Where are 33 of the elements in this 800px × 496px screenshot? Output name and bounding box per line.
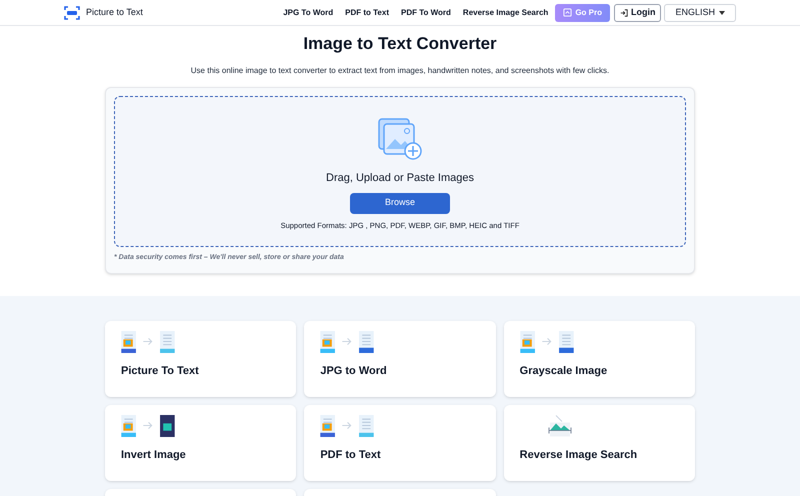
tool-card[interactable]: JPG to Word [304, 321, 496, 397]
login-button[interactable]: Login [614, 4, 662, 22]
tool-title: Invert Image [121, 448, 187, 463]
nav-link[interactable]: PDF to Text [345, 6, 389, 18]
conversion-icon [320, 415, 374, 437]
conversion-icon [320, 331, 374, 353]
conversion-icon [121, 415, 175, 437]
upload-prompt: Drag, Upload or Paste Images [326, 171, 474, 186]
tool-title: Reverse Image Search [520, 448, 638, 463]
browse-button[interactable]: Browse [350, 192, 450, 214]
add-images-icon [377, 117, 423, 161]
tool-card[interactable]: Picture To Text [105, 321, 296, 397]
login-icon [620, 8, 628, 16]
nav-link[interactable]: Reverse Image Search [462, 6, 548, 18]
tool-title: Grayscale Image [520, 364, 608, 379]
tool-card[interactable]: PDF to Text [304, 405, 496, 481]
conversion-icon [121, 331, 175, 353]
caret-icon [719, 10, 725, 14]
tool-title: PDF to Text [320, 448, 382, 463]
page-subtitle: Use this online image to text converter to extract text from images, handwritten notes, and screenshots with few clicks. [190, 65, 610, 77]
tool-title: JPG to Word [320, 364, 388, 379]
image-search-icon [548, 415, 572, 437]
tool-title: Picture To Text [121, 364, 200, 379]
nav-link[interactable]: PDF To Word [401, 6, 451, 18]
tool-card[interactable]: Reverse Image Search [504, 405, 695, 481]
nav-link[interactable]: JPG To Word [283, 6, 334, 18]
tool-card[interactable]: Grayscale Image [504, 321, 695, 397]
tool-card[interactable]: Invert Image [105, 405, 296, 481]
brand-name[interactable]: Picture to Text [86, 6, 143, 20]
conversion-icon [520, 331, 574, 353]
scan-logo-icon[interactable] [64, 4, 80, 20]
language-dropdown[interactable]: ENGLISH [664, 4, 736, 22]
page-title: Image to Text Converter [302, 33, 498, 55]
